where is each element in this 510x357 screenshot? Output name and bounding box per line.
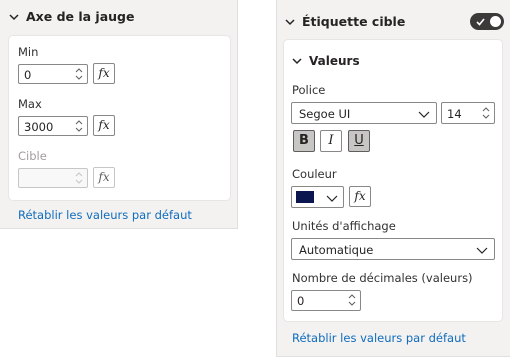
color-swatch xyxy=(296,191,314,203)
max-fx-button[interactable]: fx xyxy=(93,115,115,136)
max-input[interactable]: 3000 xyxy=(18,116,88,136)
decimals-input[interactable]: 0 xyxy=(291,290,361,311)
min-label: Min xyxy=(18,45,39,59)
min-value: 0 xyxy=(24,68,32,82)
reset-defaults-link[interactable]: Rétablir les valeurs par défaut xyxy=(18,208,192,222)
chevron-down-icon xyxy=(418,111,430,118)
spinner-arrows-icon[interactable] xyxy=(74,66,84,82)
font-size-input[interactable]: 14 xyxy=(441,102,495,124)
spinner-arrows-icon[interactable] xyxy=(481,105,491,121)
spinner-arrows-icon[interactable] xyxy=(347,292,357,308)
target-input xyxy=(18,168,88,188)
font-family-value: Segoe UI xyxy=(299,107,351,121)
chevron-down-icon xyxy=(9,13,19,20)
reset-defaults-link[interactable]: Rétablir les valeurs par défaut xyxy=(292,331,466,345)
display-units-value: Automatique xyxy=(299,243,374,257)
max-value: 3000 xyxy=(24,120,54,134)
decimals-label: Nombre de décimales (valeurs) xyxy=(292,271,473,285)
target-label-title: Étiquette cible xyxy=(302,14,406,29)
min-fx-button[interactable]: fx xyxy=(93,63,115,84)
chevron-down-icon xyxy=(326,195,338,202)
values-group-title: Valeurs xyxy=(309,54,360,68)
color-picker[interactable] xyxy=(291,186,344,208)
target-fx-button[interactable]: fx xyxy=(93,167,115,188)
max-label: Max xyxy=(18,97,42,111)
italic-button[interactable]: I xyxy=(320,130,342,152)
target-label-toggle[interactable] xyxy=(470,13,504,30)
min-input[interactable]: 0 xyxy=(18,64,88,84)
target-label-section-header[interactable]: Étiquette cible xyxy=(284,14,405,29)
decimals-value: 0 xyxy=(297,294,305,308)
font-label: Police xyxy=(292,83,326,97)
spinner-arrows-icon xyxy=(75,172,83,184)
underline-button[interactable]: U xyxy=(348,130,370,152)
color-label: Couleur xyxy=(292,167,337,181)
font-family-dropdown[interactable]: Segoe UI xyxy=(291,102,437,124)
font-size-value: 14 xyxy=(447,107,462,121)
spinner-arrows-icon[interactable] xyxy=(74,118,84,134)
chevron-down-icon xyxy=(285,18,295,25)
gauge-axis-title: Axe de la jauge xyxy=(26,9,135,24)
target-label: Cible xyxy=(18,149,47,163)
checkmark-icon xyxy=(476,18,485,26)
chevron-down-icon xyxy=(292,58,302,65)
color-fx-button[interactable]: fx xyxy=(349,186,371,207)
display-units-label: Unités d'affichage xyxy=(292,219,396,233)
chevron-down-icon xyxy=(476,247,488,254)
toggle-knob xyxy=(490,16,501,27)
bold-button[interactable]: B xyxy=(293,130,315,152)
gauge-axis-section-header[interactable]: Axe de la jauge xyxy=(8,9,134,24)
display-units-dropdown[interactable]: Automatique xyxy=(291,238,495,260)
values-group-header[interactable]: Valeurs xyxy=(291,54,360,68)
